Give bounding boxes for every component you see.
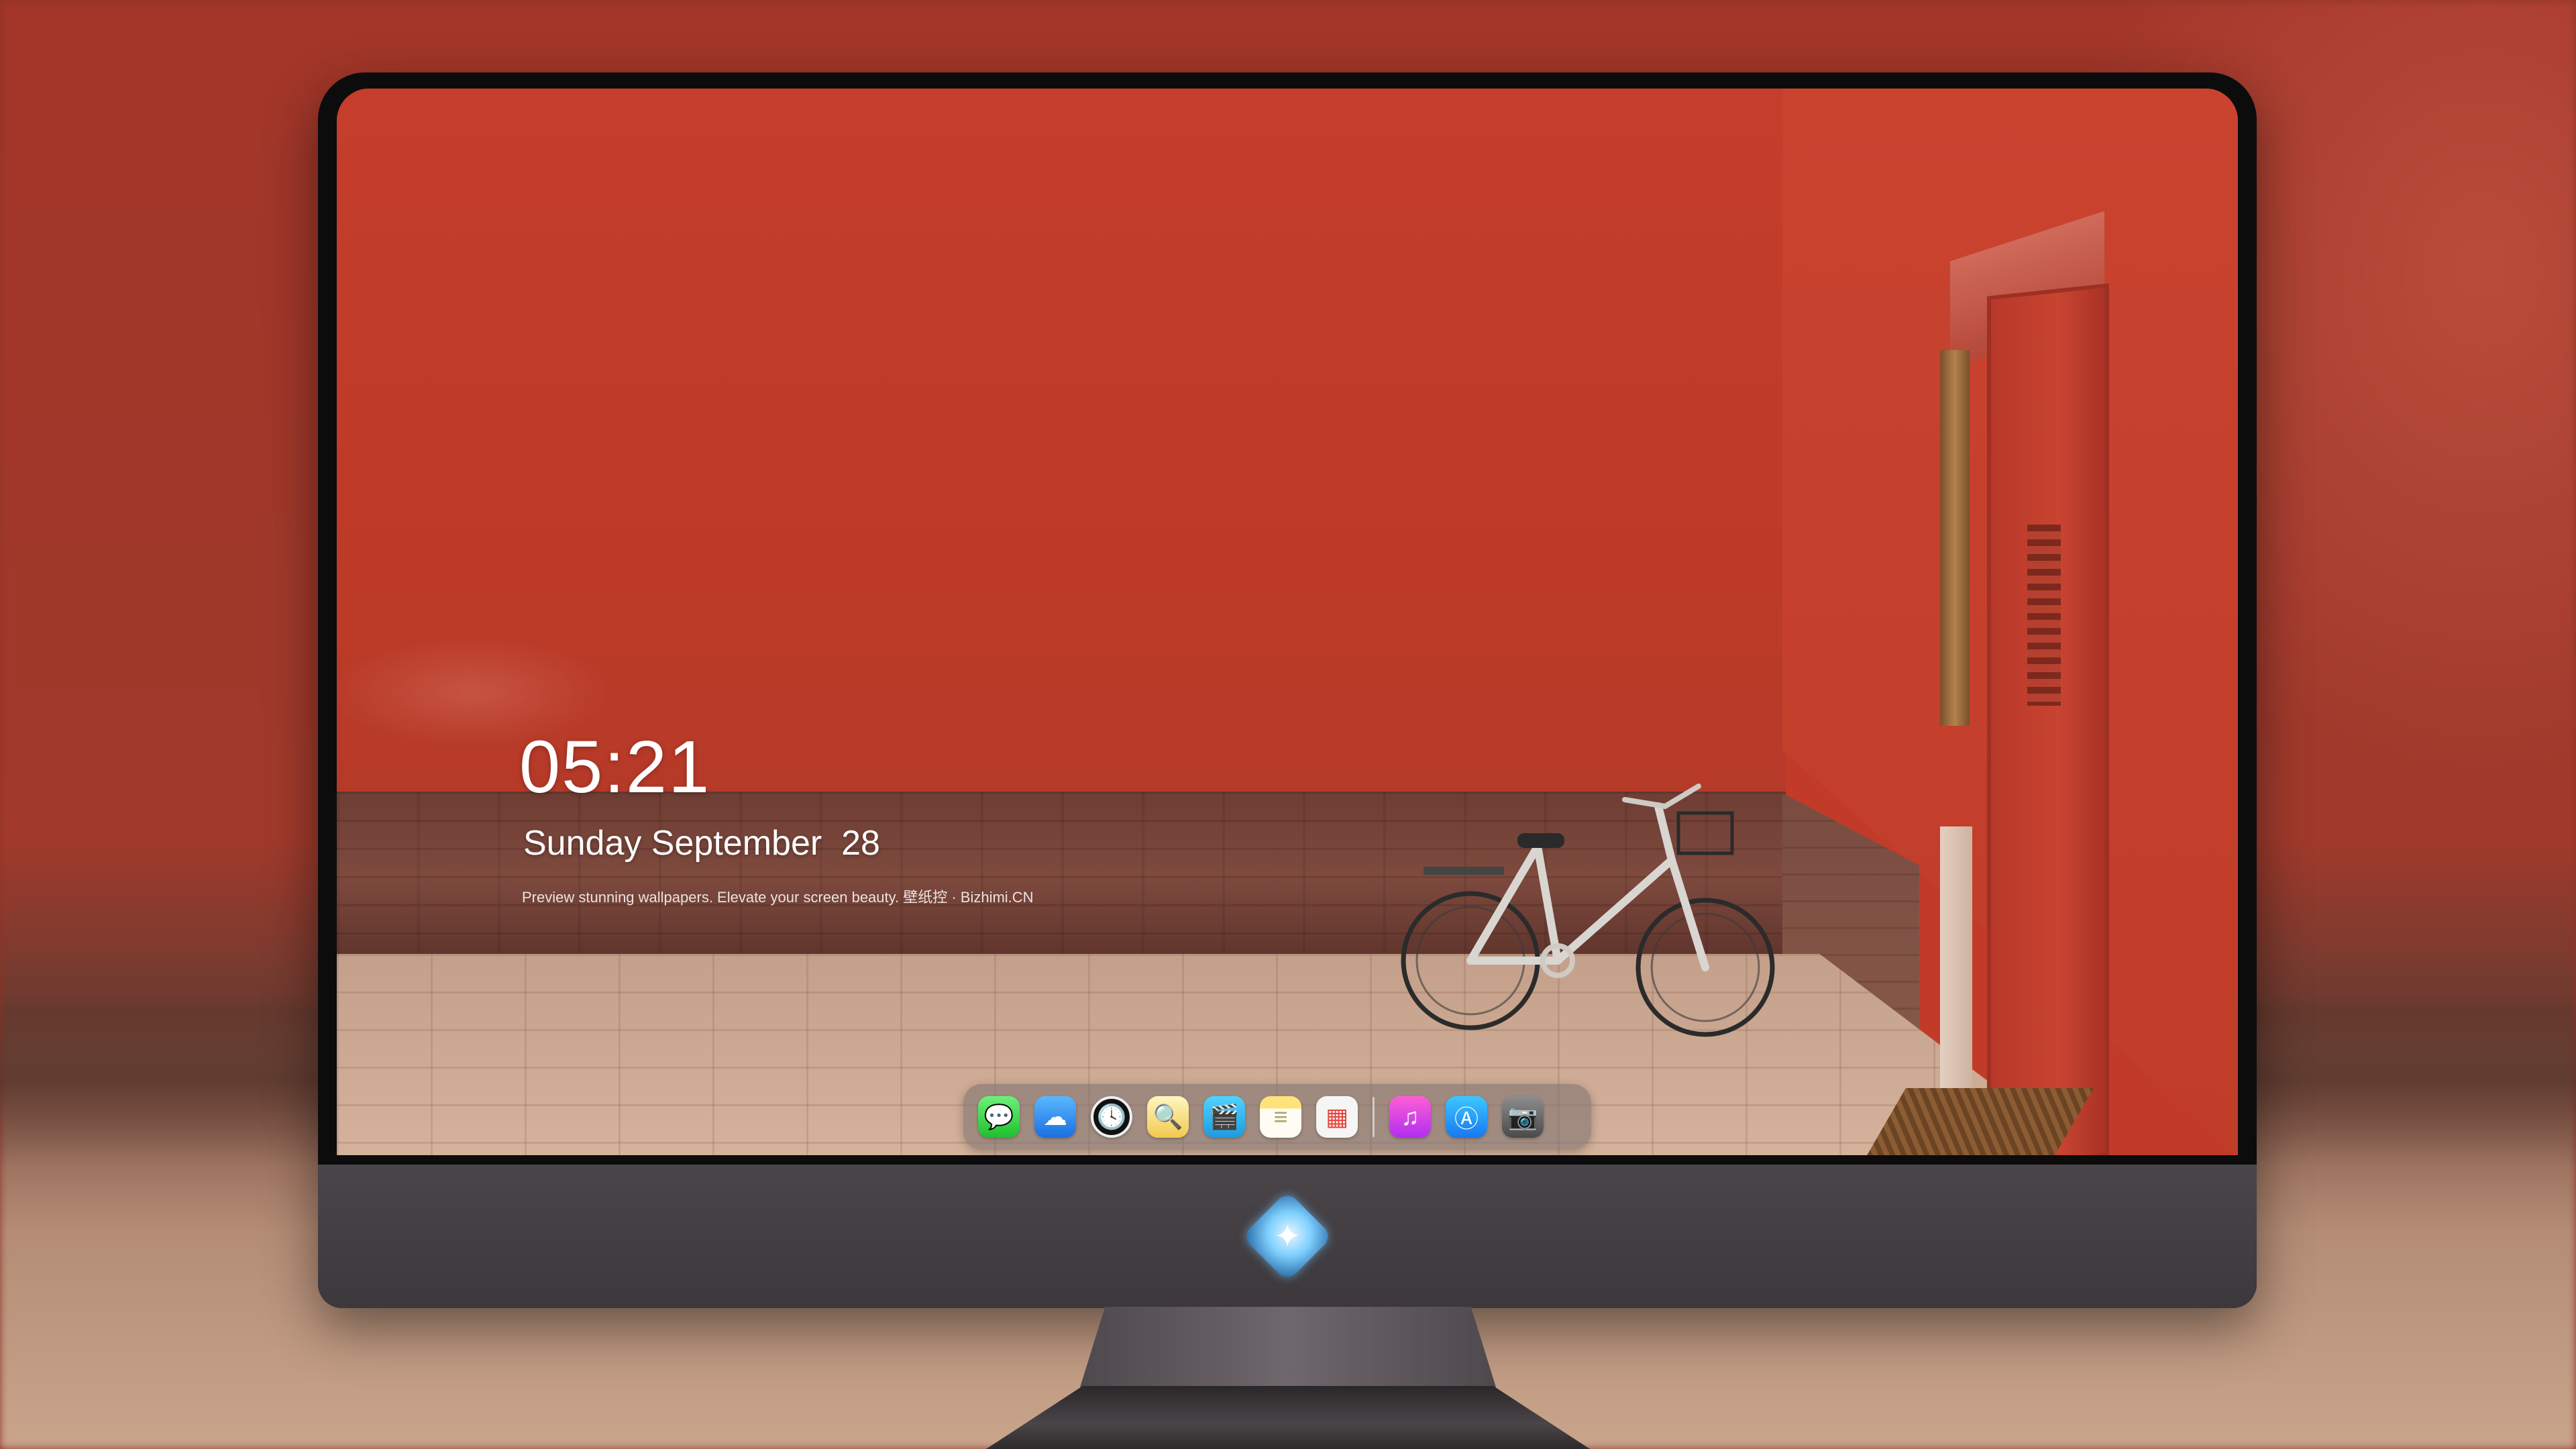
wallpaper-red-wall [337, 89, 1786, 800]
wallpaper-bicycle [1401, 784, 1775, 1037]
lock-screen-date: Sunday September 28 [523, 824, 880, 863]
camera-icon[interactable]: 📷 [1502, 1096, 1544, 1138]
preview-icon[interactable]: 🔍 [1147, 1096, 1189, 1138]
dock-separator [1373, 1097, 1375, 1137]
desktop-screen: 05:21 Sunday September 28 Preview stunni… [337, 89, 2238, 1155]
dock: 💬 ☁ 🕓 🔍 🎬 ≡ ▦ ♫ Ⓐ 📷 [963, 1084, 1591, 1150]
wallpaper-door-mat [1867, 1088, 2094, 1155]
notes-icon[interactable]: ≡ [1260, 1096, 1301, 1138]
lock-screen-time: 05:21 [519, 726, 711, 808]
wallpaper-door-grille [2027, 525, 2061, 706]
clock-icon[interactable]: 🕓 [1091, 1096, 1132, 1138]
app-store-icon[interactable]: Ⓐ [1446, 1096, 1487, 1138]
wallpaper-wooden-board [1940, 350, 1970, 726]
clips-icon[interactable]: 🎬 [1203, 1096, 1245, 1138]
wallpaper-caption: Preview stunning wallpapers. Elevate you… [522, 889, 1034, 906]
music-icon[interactable]: ♫ [1389, 1096, 1431, 1138]
mascot-logo-icon: ✦ [1242, 1191, 1333, 1282]
monitor-stand-base [986, 1386, 1590, 1449]
photos-icon[interactable]: ▦ [1316, 1096, 1358, 1138]
messages-icon[interactable]: 💬 [978, 1096, 1020, 1138]
monitor-chin: ✦ [318, 1165, 2257, 1308]
weather-icon[interactable]: ☁ [1034, 1096, 1076, 1138]
wallpaper-door [1987, 283, 2109, 1155]
monitor-stand-neck [1080, 1307, 1496, 1387]
